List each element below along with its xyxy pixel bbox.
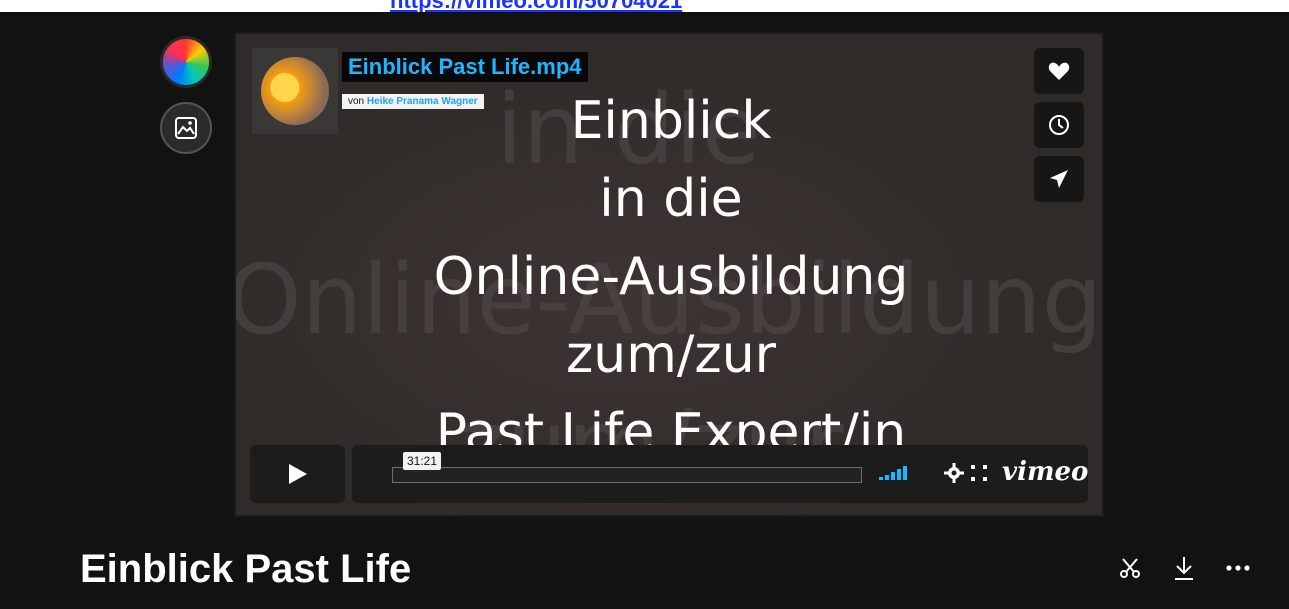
time-display: 31:21 bbox=[403, 452, 442, 470]
more-icon bbox=[1226, 565, 1250, 571]
image-icon[interactable] bbox=[160, 102, 212, 154]
left-toolbar bbox=[160, 36, 212, 154]
by-label: von bbox=[348, 96, 365, 107]
owner-avatar[interactable] bbox=[252, 48, 338, 134]
play-button[interactable] bbox=[250, 445, 345, 503]
video-caption: Einblick in die Online-Ausbildung zum/zu… bbox=[236, 82, 1102, 472]
video-title[interactable]: Einblick Past Life.mp4 bbox=[348, 54, 582, 79]
paper-plane-icon bbox=[1050, 170, 1068, 188]
caption-line: in die bbox=[599, 169, 743, 229]
scissors-icon bbox=[1120, 558, 1140, 578]
video-link[interactable]: https://vimeo.com/50704021 bbox=[390, 0, 682, 12]
action-bar bbox=[1114, 553, 1254, 583]
color-wheel-icon[interactable] bbox=[160, 36, 212, 88]
fullscreen-icon[interactable] bbox=[970, 464, 988, 482]
owner-link[interactable]: Heike Pranama Wagner bbox=[367, 96, 478, 107]
volume-icon[interactable] bbox=[879, 466, 915, 480]
download-button[interactable] bbox=[1168, 553, 1200, 583]
download-icon bbox=[1175, 557, 1193, 580]
progress-track[interactable]: 31:21 bbox=[392, 452, 862, 483]
controls-panel: 31:21 vimeo bbox=[352, 445, 1088, 503]
clock-icon bbox=[1049, 115, 1069, 135]
caption-line: Online-Ausbildung bbox=[433, 247, 909, 307]
watch-later-button[interactable] bbox=[1034, 102, 1084, 148]
caption-line: zum/zur bbox=[565, 325, 777, 385]
side-buttons bbox=[1034, 48, 1084, 210]
more-button[interactable] bbox=[1222, 553, 1254, 583]
cut-button[interactable] bbox=[1114, 553, 1146, 583]
browser-url-strip: https://vimeo.com/50704021 bbox=[0, 0, 1289, 12]
share-button[interactable] bbox=[1034, 156, 1084, 202]
control-bar: 31:21 vimeo bbox=[250, 445, 1090, 503]
video-player[interactable]: in die Online-Ausbildung zum/zur Einblic… bbox=[234, 32, 1104, 517]
page-title: Einblick Past Life bbox=[80, 547, 412, 591]
video-title-box[interactable]: Einblick Past Life.mp4 bbox=[342, 52, 588, 82]
vimeo-logo[interactable]: vimeo bbox=[1002, 457, 1088, 487]
play-icon bbox=[288, 464, 307, 484]
avatar-image bbox=[261, 57, 329, 125]
heart-icon bbox=[1048, 62, 1070, 80]
like-button[interactable] bbox=[1034, 48, 1084, 94]
gear-icon[interactable] bbox=[944, 463, 964, 483]
byline: von Heike Pranama Wagner bbox=[342, 94, 484, 109]
